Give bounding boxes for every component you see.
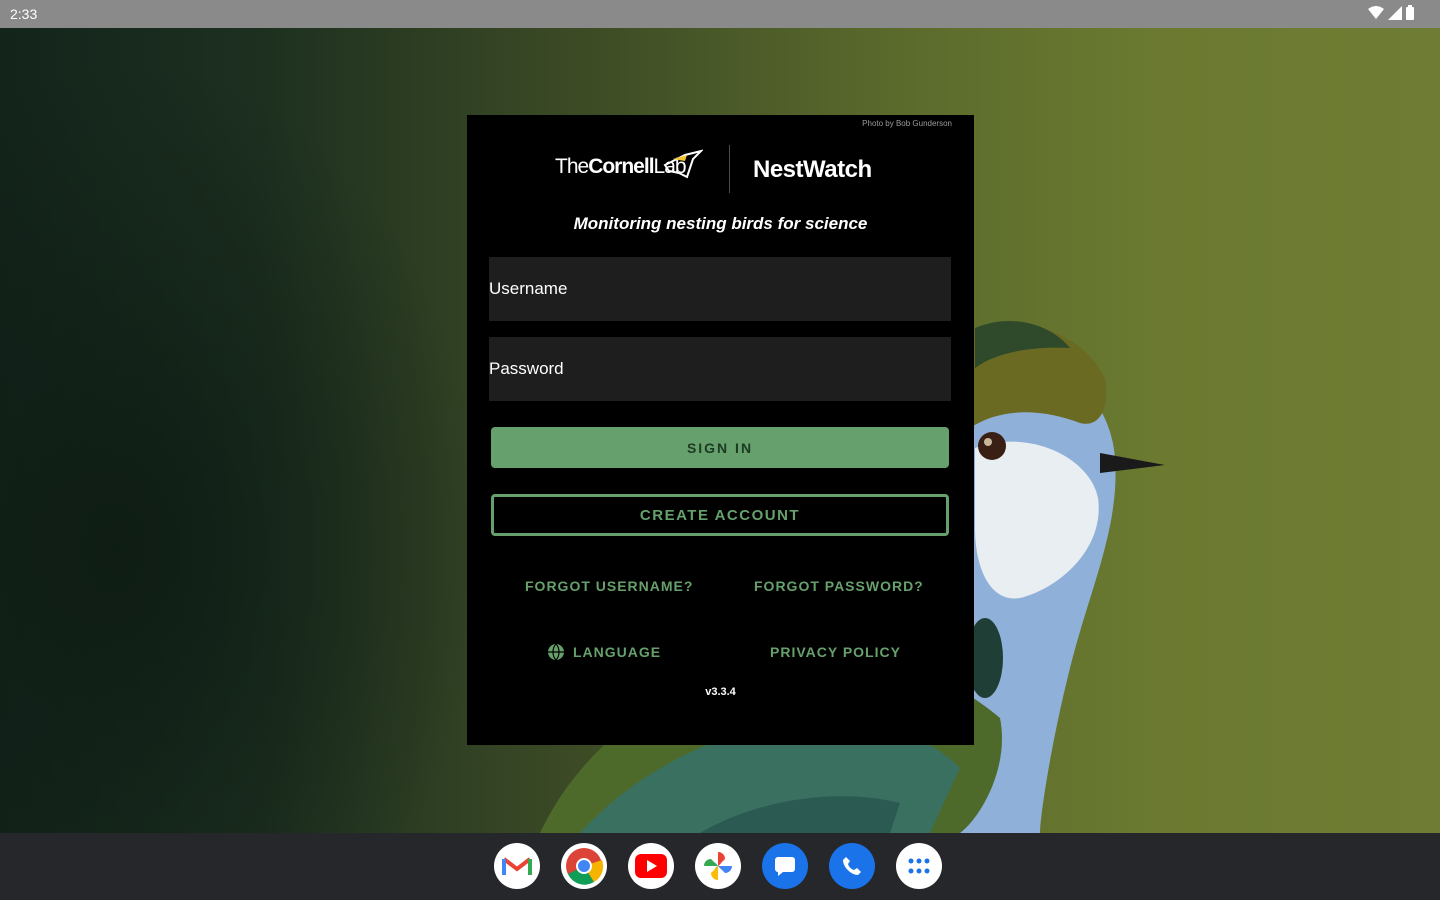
forgot-username-link[interactable]: FORGOT USERNAME?	[525, 578, 693, 594]
app-version: v3.3.4	[705, 686, 736, 698]
app-dock	[494, 843, 942, 889]
language-label: LANGUAGE	[573, 644, 662, 660]
status-time: 2:33	[10, 6, 38, 22]
signal-icon	[1388, 5, 1402, 20]
forgot-password-link[interactable]: FORGOT PASSWORD?	[754, 578, 924, 594]
chrome-icon[interactable]	[561, 843, 607, 889]
cornell-lab-logo: TheCornellLab	[555, 149, 703, 179]
tagline: Monitoring nesting birds for science	[573, 214, 868, 233]
password-field[interactable]	[489, 337, 951, 401]
phone-icon[interactable]	[829, 843, 875, 889]
logo-divider	[729, 145, 730, 193]
language-button[interactable]: LANGUAGE	[547, 643, 661, 661]
logo-row: TheCornellLab NestWatch	[467, 143, 974, 199]
photos-icon[interactable]	[695, 843, 741, 889]
app-drawer-icon[interactable]	[896, 843, 942, 889]
login-card: Photo by Bob Gunderson TheCornellLab Nes…	[467, 115, 974, 745]
sign-in-button[interactable]: SIGN IN	[491, 427, 949, 468]
username-field[interactable]	[489, 257, 951, 321]
photo-credit: Photo by Bob Gunderson	[862, 119, 952, 128]
status-icons	[1368, 5, 1414, 20]
privacy-policy-link[interactable]: PRIVACY POLICY	[770, 644, 901, 660]
nestwatch-logo: NestWatch	[753, 156, 872, 183]
status-bar: 2:33	[0, 0, 1440, 28]
youtube-icon[interactable]	[628, 843, 674, 889]
create-account-button[interactable]: CREATE ACCOUNT	[491, 494, 949, 536]
battery-icon	[1406, 5, 1414, 20]
cornell-logo-prefix: The	[555, 155, 589, 178]
taskbar	[0, 833, 1440, 900]
messages-icon[interactable]	[762, 843, 808, 889]
cornell-bird-icon	[663, 149, 703, 179]
gmail-icon[interactable]	[494, 843, 540, 889]
wifi-icon	[1368, 5, 1384, 19]
cornell-logo-bold: Cornell	[588, 155, 654, 178]
globe-icon	[548, 643, 564, 661]
